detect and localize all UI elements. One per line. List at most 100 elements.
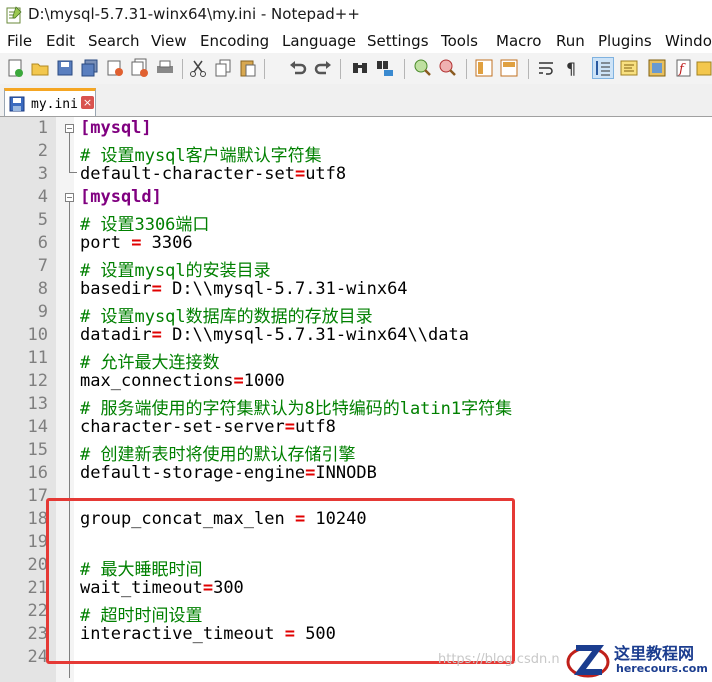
code-text: D:\\mysql-5.7.31-winx64\\data bbox=[161, 325, 469, 345]
comment-text: # 设置mysql客户端默认字符集 bbox=[80, 146, 322, 166]
logo-name: 这里教程网 bbox=[614, 644, 695, 663]
close-all-icon[interactable] bbox=[130, 58, 150, 78]
save-all-icon[interactable] bbox=[80, 58, 100, 78]
code-text: utf8 bbox=[305, 164, 347, 184]
fold-end bbox=[69, 172, 77, 173]
save-icon[interactable] bbox=[55, 58, 75, 78]
tab-my-ini[interactable]: my.ini × bbox=[4, 88, 96, 116]
menu-tools[interactable]: Tools bbox=[441, 32, 478, 50]
fold-toggle-icon[interactable] bbox=[65, 193, 74, 202]
notepadpp-app-icon bbox=[6, 6, 22, 24]
code-line[interactable]: port = 3306 bbox=[80, 233, 193, 253]
paste-icon[interactable] bbox=[238, 58, 258, 78]
code-text: 3306 bbox=[141, 233, 193, 253]
watermark-url: https://blog.csdn.n bbox=[438, 652, 560, 667]
code-line[interactable]: basedir= D:\\mysql-5.7.31-winx64 bbox=[80, 279, 408, 299]
code-line[interactable]: # 允许最大连接数 bbox=[80, 348, 219, 373]
code-line[interactable]: # 服务端使用的字符集默认为8比特编码的latin1字符集 bbox=[80, 394, 512, 419]
fold-toggle-icon[interactable] bbox=[65, 124, 74, 133]
window-title: D:\mysql-5.7.31-winx64\my.ini - Notepad+… bbox=[28, 5, 360, 23]
sync-vertical-icon[interactable] bbox=[474, 58, 494, 78]
menu-view[interactable]: View bbox=[151, 32, 187, 50]
menu-language[interactable]: Language bbox=[282, 32, 356, 50]
code-line[interactable]: [mysql] bbox=[80, 118, 152, 138]
toolbar: ¶ f bbox=[0, 53, 712, 85]
tab-label: my.ini bbox=[31, 97, 78, 112]
code-line[interactable]: default-storage-engine=INNODB bbox=[80, 463, 377, 483]
toolbar-separator bbox=[340, 59, 341, 79]
line-number: 1 bbox=[37, 118, 48, 138]
code-line[interactable]: datadir= D:\\mysql-5.7.31-winx64\\data bbox=[80, 325, 469, 345]
highlight-annotation-box bbox=[46, 498, 515, 664]
menu-settings[interactable]: Settings bbox=[367, 32, 429, 50]
tab-close-icon[interactable]: × bbox=[81, 96, 94, 109]
sync-horizontal-icon[interactable] bbox=[499, 58, 519, 78]
code-line[interactable]: # 设置mysql客户端默认字符集 bbox=[80, 141, 322, 166]
new-file-icon[interactable] bbox=[5, 58, 25, 78]
undo-icon[interactable] bbox=[288, 58, 308, 78]
find-icon[interactable] bbox=[350, 58, 370, 78]
line-number: 15 bbox=[27, 440, 48, 460]
menu-bar: File Edit Search View Encoding Language … bbox=[0, 30, 712, 53]
indent-guide-icon[interactable] bbox=[592, 57, 614, 79]
cut-icon[interactable] bbox=[188, 58, 208, 78]
code-line[interactable]: max_connections=1000 bbox=[80, 371, 285, 391]
toolbar-separator bbox=[404, 59, 405, 79]
code-text: 1000 bbox=[243, 371, 285, 391]
line-number: 19 bbox=[27, 532, 48, 552]
code-line[interactable]: default-character-set=utf8 bbox=[80, 164, 346, 184]
comment-text: # 允许最大连接数 bbox=[80, 353, 220, 373]
close-icon[interactable] bbox=[105, 58, 125, 78]
code-text: default-character-set bbox=[80, 164, 295, 184]
copy-icon[interactable] bbox=[213, 58, 233, 78]
word-wrap-icon[interactable] bbox=[536, 58, 556, 78]
redo-icon[interactable] bbox=[313, 58, 333, 78]
line-number: 7 bbox=[37, 256, 48, 276]
code-line[interactable]: # 设置3306端口 bbox=[80, 210, 209, 235]
code-line[interactable]: # 创建新表时将使用的默认存储引擎 bbox=[80, 440, 355, 465]
line-number: 6 bbox=[37, 233, 48, 253]
menu-plugins[interactable]: Plugins bbox=[598, 32, 652, 50]
menu-edit[interactable]: Edit bbox=[46, 32, 75, 50]
line-number: 3 bbox=[37, 164, 48, 184]
code-line[interactable]: # 设置mysql数据库的数据的存放目录 bbox=[80, 302, 373, 327]
saved-file-icon bbox=[9, 96, 25, 112]
menu-run[interactable]: Run bbox=[556, 32, 585, 50]
menu-search[interactable]: Search bbox=[88, 32, 140, 50]
logo-domain: herecours.com bbox=[616, 662, 708, 675]
operator: = bbox=[233, 371, 244, 391]
operator: = bbox=[284, 417, 295, 437]
operator: = bbox=[305, 463, 316, 483]
menu-file[interactable]: File bbox=[7, 32, 32, 50]
zoom-out-icon[interactable] bbox=[437, 58, 457, 78]
open-file-icon[interactable] bbox=[30, 58, 50, 78]
toolbar-separator bbox=[264, 59, 265, 79]
print-icon[interactable] bbox=[155, 58, 175, 78]
code-line[interactable]: character-set-server=utf8 bbox=[80, 417, 336, 437]
function-list-icon[interactable] bbox=[647, 58, 667, 78]
menu-macro[interactable]: Macro bbox=[496, 32, 541, 50]
line-number: 24 bbox=[27, 647, 48, 667]
zoom-in-icon[interactable] bbox=[412, 58, 432, 78]
code-text: port bbox=[80, 233, 132, 253]
line-number: 23 bbox=[27, 624, 48, 644]
operator: = bbox=[131, 233, 142, 253]
comment-text: # 设置mysql的安装目录 bbox=[80, 261, 271, 281]
replace-icon[interactable] bbox=[375, 58, 395, 78]
line-number: 21 bbox=[27, 578, 48, 598]
comment-text: # 设置mysql数据库的数据的存放目录 bbox=[80, 307, 373, 327]
code-line[interactable]: # 设置mysql的安装目录 bbox=[80, 256, 271, 281]
line-number: 14 bbox=[27, 417, 48, 437]
record-macro-icon[interactable]: f bbox=[674, 58, 694, 78]
menu-encoding[interactable]: Encoding bbox=[200, 32, 269, 50]
code-text: D:\\mysql-5.7.31-winx64 bbox=[161, 279, 408, 299]
code-text: character-set-server bbox=[80, 417, 285, 437]
show-all-chars-icon[interactable]: ¶ bbox=[561, 58, 581, 78]
doc-map-icon[interactable] bbox=[619, 58, 639, 78]
menu-window[interactable]: Windo bbox=[665, 32, 712, 50]
code-text: basedir bbox=[80, 279, 152, 299]
comment-text: # 创建新表时将使用的默认存储引擎 bbox=[80, 445, 356, 465]
svg-text:¶: ¶ bbox=[566, 59, 576, 78]
code-line[interactable]: [mysqld] bbox=[80, 187, 162, 207]
folder-workspace-icon[interactable] bbox=[696, 58, 712, 78]
